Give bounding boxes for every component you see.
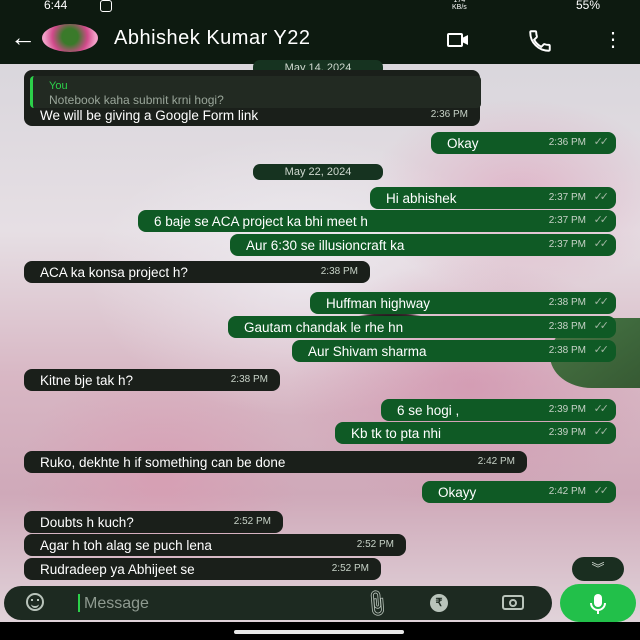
- date-chip: May 22, 2024: [253, 164, 383, 180]
- message-bubble-outgoing[interactable]: Kb tk to pta nhi 2:39 PM ✓✓: [335, 422, 616, 444]
- read-ticks-icon: ✓✓: [593, 320, 610, 332]
- message-time: 2:38 PM: [548, 345, 586, 356]
- message-time: 2:52 PM: [356, 539, 394, 550]
- quote-text: Notebook kaha submit krni hogi?: [49, 93, 224, 107]
- quoted-reply[interactable]: You Notebook kaha submit krni hogi?: [30, 76, 481, 108]
- read-ticks-icon: ✓✓: [593, 344, 610, 356]
- message-time: 2:52 PM: [233, 516, 271, 527]
- message-bubble-outgoing[interactable]: Okayy 2:42 PM ✓✓: [422, 481, 616, 503]
- attach-icon[interactable]: 📎︎: [359, 586, 395, 621]
- message-composer: 📎︎ ₹: [4, 586, 552, 620]
- battery-level: 55%: [575, 0, 600, 12]
- message-time: 2:39 PM: [548, 404, 586, 415]
- emoji-icon[interactable]: [26, 593, 44, 611]
- message-text: Okayy: [438, 485, 477, 500]
- message-bubble-outgoing[interactable]: Gautam chandak le rhe hn 2:38 PM ✓✓: [228, 316, 616, 338]
- message-bubble-incoming[interactable]: ACA ka konsa project h? 2:38 PM: [24, 261, 370, 283]
- message-text: Aur Shivam sharma: [308, 344, 427, 359]
- message-bubble-incoming[interactable]: Doubts h kuch? 2:52 PM: [24, 511, 283, 533]
- read-ticks-icon: ✓✓: [593, 214, 610, 226]
- back-arrow-icon[interactable]: ←: [10, 24, 36, 50]
- message-bubble-incoming[interactable]: You Notebook kaha submit krni hogi? We w…: [24, 70, 481, 126]
- status-time: 6:44: [44, 0, 68, 12]
- network-speed-unit: KB/s: [452, 4, 467, 11]
- status-bar: 6:44 174 KB/s 55%: [0, 0, 640, 14]
- message-bubble-outgoing[interactable]: Huffman highway 2:38 PM ✓✓: [310, 292, 616, 314]
- message-text: Huffman highway: [326, 296, 431, 311]
- message-text: ACA ka konsa project h?: [40, 265, 188, 280]
- message-time: 2:38 PM: [548, 297, 586, 308]
- message-bubble-incoming[interactable]: Ruko, dekhte h if something can be done 2…: [24, 451, 527, 473]
- message-time: 2:37 PM: [548, 215, 586, 226]
- voice-message-button[interactable]: [560, 584, 636, 622]
- read-ticks-icon: ✓✓: [593, 485, 610, 497]
- message-text: Kitne bje tak h?: [40, 373, 134, 388]
- video-call-icon[interactable]: [447, 33, 469, 47]
- message-time: 2:52 PM: [331, 563, 369, 574]
- message-bubble-incoming[interactable]: Rudradeep ya Abhijeet se 2:52 PM: [24, 558, 381, 580]
- message-time: 2:42 PM: [477, 456, 515, 467]
- message-text: Gautam chandak le rhe hn: [244, 320, 404, 335]
- rupee-payment-icon[interactable]: ₹: [430, 594, 448, 612]
- message-bubble-outgoing[interactable]: Aur 6:30 se illusioncraft ka 2:37 PM ✓✓: [230, 234, 616, 256]
- read-ticks-icon: ✓✓: [593, 191, 610, 203]
- message-text: Hi abhishek: [386, 191, 457, 206]
- avatar[interactable]: [42, 24, 98, 52]
- message-time: 2:38 PM: [230, 374, 268, 385]
- message-bubble-outgoing[interactable]: 6 se hogi , 2:39 PM ✓✓: [381, 399, 616, 421]
- camera-icon[interactable]: [502, 595, 524, 610]
- read-ticks-icon: ✓✓: [593, 426, 610, 438]
- message-time: 2:42 PM: [548, 486, 586, 497]
- message-text: Doubts h kuch?: [40, 515, 134, 530]
- text-caret: [78, 594, 80, 612]
- message-time: 2:37 PM: [548, 192, 586, 203]
- phone-call-icon[interactable]: [527, 28, 553, 54]
- message-text: 6 baje se ACA project ka bhi meet h: [154, 214, 368, 229]
- message-list[interactable]: May 14, 2024 You Notebook kaha submit kr…: [0, 56, 640, 586]
- message-input[interactable]: [82, 592, 346, 616]
- message-text: Aur 6:30 se illusioncraft ka: [246, 238, 405, 253]
- message-text: Ruko, dekhte h if something can be done: [40, 455, 286, 470]
- message-time: 2:36 PM: [548, 137, 586, 148]
- message-text: Agar h toh alag se puch lena: [40, 538, 212, 553]
- message-text: 6 se hogi ,: [397, 403, 460, 418]
- message-bubble-incoming[interactable]: Agar h toh alag se puch lena 2:52 PM: [24, 534, 406, 556]
- message-text: Okay: [447, 136, 479, 151]
- message-time: 2:36 PM: [430, 109, 468, 120]
- contact-name[interactable]: Abhishek Kumar Y22: [114, 27, 311, 50]
- message-bubble-outgoing[interactable]: Okay 2:36 PM ✓✓: [431, 132, 616, 154]
- network-speed: 174 KB/s: [452, 0, 467, 11]
- system-nav-bar: [0, 622, 640, 640]
- instagram-icon: [100, 0, 112, 12]
- message-text: Kb tk to pta nhi: [351, 426, 442, 441]
- message-bubble-incoming[interactable]: Kitne bje tak h? 2:38 PM: [24, 369, 280, 391]
- read-ticks-icon: ✓✓: [593, 136, 610, 148]
- message-time: 2:37 PM: [548, 239, 586, 250]
- read-ticks-icon: ✓✓: [593, 296, 610, 308]
- message-time: 2:38 PM: [320, 266, 358, 277]
- read-ticks-icon: ✓✓: [593, 403, 610, 415]
- message-bubble-outgoing[interactable]: 6 baje se ACA project ka bhi meet h 2:37 …: [138, 210, 616, 232]
- message-time: 2:39 PM: [548, 427, 586, 438]
- message-bubble-outgoing[interactable]: Aur Shivam sharma 2:38 PM ✓✓: [292, 340, 616, 362]
- home-gesture-pill[interactable]: [234, 630, 404, 634]
- message-time: 2:38 PM: [548, 321, 586, 332]
- mic-icon: [590, 594, 606, 614]
- read-ticks-icon: ✓✓: [593, 238, 610, 250]
- message-text: Rudradeep ya Abhijeet se: [40, 562, 195, 577]
- more-vert-icon[interactable]: ⋮: [603, 30, 623, 50]
- scroll-down-icon[interactable]: ︾: [572, 557, 624, 581]
- message-text: We will be giving a Google Form link: [40, 108, 259, 123]
- message-bubble-outgoing[interactable]: Hi abhishek 2:37 PM ✓✓: [370, 187, 616, 209]
